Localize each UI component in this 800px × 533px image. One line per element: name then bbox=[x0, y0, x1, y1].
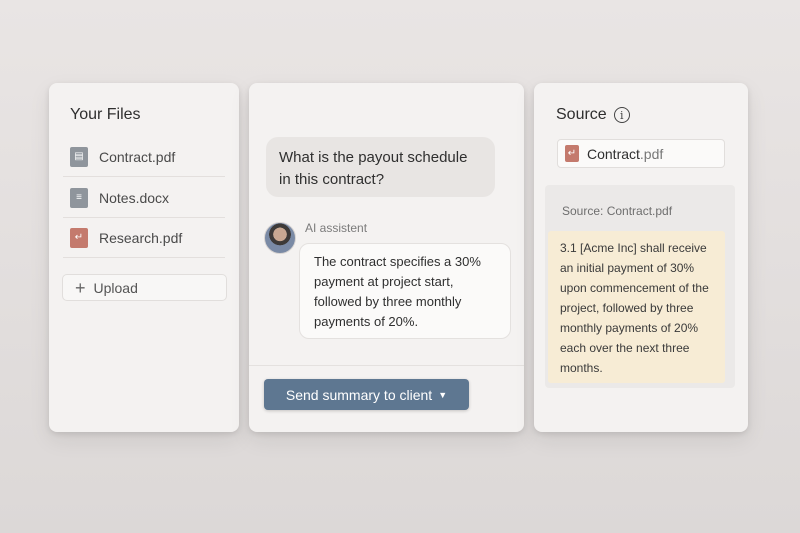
files-panel-title: Your Files bbox=[70, 106, 141, 123]
send-summary-label: Send summary to client bbox=[285, 386, 433, 403]
pdf-file-icon: ↵ bbox=[565, 145, 579, 162]
plus-icon: + bbox=[75, 277, 86, 298]
divider bbox=[249, 365, 524, 366]
file-name: Contract.pdf bbox=[99, 148, 176, 165]
caret-down-icon: ▼ bbox=[438, 389, 448, 400]
pdf-file-icon: ↵ bbox=[70, 227, 88, 248]
info-icon[interactable]: i bbox=[613, 107, 630, 123]
source-title: Source bbox=[556, 106, 607, 123]
files-panel: Your Files ▤ Contract.pdf ≡ Notes.docx ↵… bbox=[49, 83, 239, 432]
source-file-base: Contract bbox=[587, 145, 640, 162]
send-summary-button[interactable]: Send summary to client ▼ bbox=[264, 379, 469, 410]
file-name: Research.pdf bbox=[99, 229, 183, 246]
file-item-research[interactable]: ↵ Research.pdf bbox=[63, 218, 225, 258]
highlighted-quote: 3.1 [Acme Inc] shall receive an initial … bbox=[548, 231, 725, 383]
upload-label: Upload bbox=[93, 279, 138, 296]
chat-panel: What is the payout schedule in this cont… bbox=[249, 83, 524, 432]
upload-button[interactable]: + Upload bbox=[62, 274, 227, 301]
assistant-message: The contract specifies a 30% payment at … bbox=[299, 243, 511, 339]
file-name: Notes.docx bbox=[99, 189, 170, 206]
source-file-ext: .pdf bbox=[639, 145, 664, 162]
file-item-notes[interactable]: ≡ Notes.docx bbox=[63, 178, 225, 218]
doc-file-icon: ≡ bbox=[70, 187, 88, 208]
assistant-avatar bbox=[264, 222, 296, 254]
source-file-chip[interactable]: ↵ Contract .pdf bbox=[557, 139, 725, 168]
source-caption: Source: Contract.pdf bbox=[562, 204, 673, 218]
source-header: Source i bbox=[556, 106, 630, 124]
source-excerpt: Source: Contract.pdf 3.1 [Acme Inc] shal… bbox=[545, 185, 735, 388]
file-item-contract[interactable]: ▤ Contract.pdf bbox=[63, 137, 225, 177]
user-message: What is the payout schedule in this cont… bbox=[266, 137, 495, 197]
source-panel: Source i ↵ Contract .pdf Source: Contract… bbox=[534, 83, 748, 432]
pdf-file-icon: ▤ bbox=[70, 146, 88, 167]
assistant-label: AI assistent bbox=[305, 221, 368, 235]
